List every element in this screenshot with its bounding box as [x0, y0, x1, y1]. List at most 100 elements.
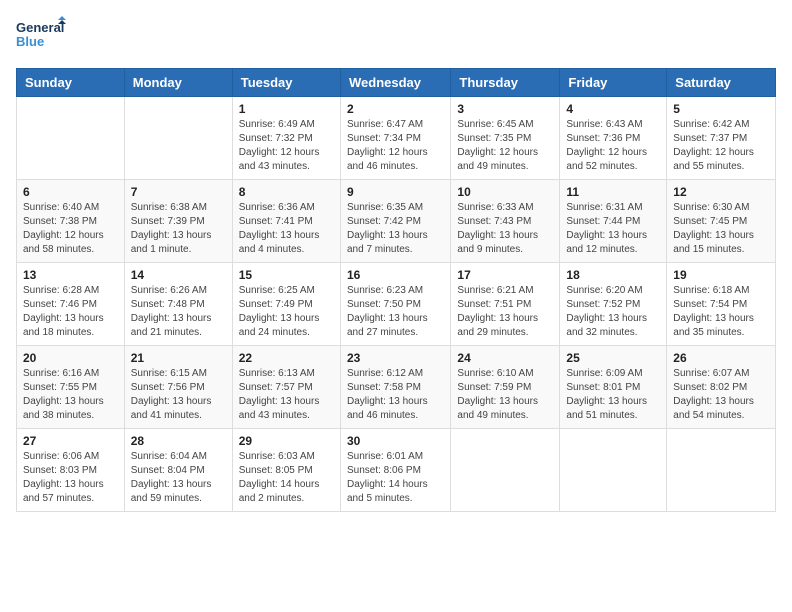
calendar-cell [667, 429, 776, 512]
day-info: Sunrise: 6:45 AM Sunset: 7:35 PM Dayligh… [457, 118, 553, 174]
day-number: 30 [347, 434, 444, 448]
calendar-cell [560, 429, 667, 512]
day-number: 26 [673, 351, 769, 365]
day-info: Sunrise: 6:30 AM Sunset: 7:45 PM Dayligh… [673, 201, 769, 257]
calendar-cell: 17 Sunrise: 6:21 AM Sunset: 7:51 PM Dayli… [451, 263, 560, 346]
calendar-table: SundayMondayTuesdayWednesdayThursdayFrid… [16, 68, 776, 512]
calendar-cell: 21Sunrise: 6:15 AM Sunset: 7:56 PM Dayli… [124, 346, 232, 429]
day-header-sunday: Sunday [17, 69, 125, 97]
calendar-cell: 4 Sunrise: 6:43 AM Sunset: 7:36 PM Daylig… [560, 97, 667, 180]
calendar-cell: 1 Sunrise: 6:49 AM Sunset: 7:32 PM Daylig… [232, 97, 340, 180]
svg-text:General: General [16, 20, 64, 35]
day-info: Sunrise: 6:25 AM Sunset: 7:49 PM Dayligh… [239, 284, 334, 340]
day-number: 22 [239, 351, 334, 365]
calendar-cell: 14Sunrise: 6:26 AM Sunset: 7:48 PM Dayli… [124, 263, 232, 346]
day-number: 19 [673, 268, 769, 282]
calendar-week-4: 20Sunrise: 6:16 AM Sunset: 7:55 PM Dayli… [17, 346, 776, 429]
calendar-cell: 19Sunrise: 6:18 AM Sunset: 7:54 PM Dayli… [667, 263, 776, 346]
day-info: Sunrise: 6:20 AM Sunset: 7:52 PM Dayligh… [566, 284, 660, 340]
calendar-week-1: 1 Sunrise: 6:49 AM Sunset: 7:32 PM Daylig… [17, 97, 776, 180]
day-number: 14 [131, 268, 226, 282]
day-info: Sunrise: 6:15 AM Sunset: 7:56 PM Dayligh… [131, 367, 226, 423]
day-number: 25 [566, 351, 660, 365]
calendar-cell: 24Sunrise: 6:10 AM Sunset: 7:59 PM Dayli… [451, 346, 560, 429]
day-number: 5 [673, 102, 769, 116]
day-number: 12 [673, 185, 769, 199]
day-info: Sunrise: 6:28 AM Sunset: 7:46 PM Dayligh… [23, 284, 118, 340]
day-info: Sunrise: 6:31 AM Sunset: 7:44 PM Dayligh… [566, 201, 660, 257]
calendar-cell: 28 Sunrise: 6:04 AM Sunset: 8:04 PM Dayli… [124, 429, 232, 512]
calendar-week-3: 13 Sunrise: 6:28 AM Sunset: 7:46 PM Dayli… [17, 263, 776, 346]
calendar-cell: 18 Sunrise: 6:20 AM Sunset: 7:52 PM Dayli… [560, 263, 667, 346]
day-header-monday: Monday [124, 69, 232, 97]
calendar-cell: 29 Sunrise: 6:03 AM Sunset: 8:05 PM Dayli… [232, 429, 340, 512]
day-info: Sunrise: 6:12 AM Sunset: 7:58 PM Dayligh… [347, 367, 444, 423]
calendar-cell: 9Sunrise: 6:35 AM Sunset: 7:42 PM Daylig… [340, 180, 450, 263]
calendar-cell: 7Sunrise: 6:38 AM Sunset: 7:39 PM Daylig… [124, 180, 232, 263]
day-info: Sunrise: 6:36 AM Sunset: 7:41 PM Dayligh… [239, 201, 334, 257]
day-header-thursday: Thursday [451, 69, 560, 97]
day-number: 18 [566, 268, 660, 282]
day-number: 8 [239, 185, 334, 199]
calendar-cell: 10 Sunrise: 6:33 AM Sunset: 7:43 PM Dayli… [451, 180, 560, 263]
calendar-cell [17, 97, 125, 180]
day-info: Sunrise: 6:13 AM Sunset: 7:57 PM Dayligh… [239, 367, 334, 423]
day-info: Sunrise: 6:40 AM Sunset: 7:38 PM Dayligh… [23, 201, 118, 257]
calendar-cell: 3 Sunrise: 6:45 AM Sunset: 7:35 PM Daylig… [451, 97, 560, 180]
calendar-cell: 8 Sunrise: 6:36 AM Sunset: 7:41 PM Daylig… [232, 180, 340, 263]
day-info: Sunrise: 6:21 AM Sunset: 7:51 PM Dayligh… [457, 284, 553, 340]
calendar-week-5: 27Sunrise: 6:06 AM Sunset: 8:03 PM Dayli… [17, 429, 776, 512]
calendar-cell [451, 429, 560, 512]
day-number: 10 [457, 185, 553, 199]
calendar-cell: 15 Sunrise: 6:25 AM Sunset: 7:49 PM Dayli… [232, 263, 340, 346]
day-number: 24 [457, 351, 553, 365]
calendar-cell: 25Sunrise: 6:09 AM Sunset: 8:01 PM Dayli… [560, 346, 667, 429]
day-number: 3 [457, 102, 553, 116]
day-number: 11 [566, 185, 660, 199]
day-number: 9 [347, 185, 444, 199]
day-number: 13 [23, 268, 118, 282]
day-number: 6 [23, 185, 118, 199]
calendar-cell: 16Sunrise: 6:23 AM Sunset: 7:50 PM Dayli… [340, 263, 450, 346]
day-info: Sunrise: 6:23 AM Sunset: 7:50 PM Dayligh… [347, 284, 444, 340]
calendar-cell: 6 Sunrise: 6:40 AM Sunset: 7:38 PM Daylig… [17, 180, 125, 263]
calendar-cell [124, 97, 232, 180]
calendar-cell: 12 Sunrise: 6:30 AM Sunset: 7:45 PM Dayli… [667, 180, 776, 263]
logo-svg: General Blue [16, 16, 66, 56]
day-number: 1 [239, 102, 334, 116]
day-info: Sunrise: 6:06 AM Sunset: 8:03 PM Dayligh… [23, 450, 118, 506]
day-info: Sunrise: 6:49 AM Sunset: 7:32 PM Dayligh… [239, 118, 334, 174]
calendar-cell: 2 Sunrise: 6:47 AM Sunset: 7:34 PM Daylig… [340, 97, 450, 180]
day-info: Sunrise: 6:43 AM Sunset: 7:36 PM Dayligh… [566, 118, 660, 174]
day-number: 29 [239, 434, 334, 448]
day-header-wednesday: Wednesday [340, 69, 450, 97]
day-header-saturday: Saturday [667, 69, 776, 97]
day-info: Sunrise: 6:33 AM Sunset: 7:43 PM Dayligh… [457, 201, 553, 257]
calendar-cell: 11 Sunrise: 6:31 AM Sunset: 7:44 PM Dayli… [560, 180, 667, 263]
calendar-cell: 5 Sunrise: 6:42 AM Sunset: 7:37 PM Daylig… [667, 97, 776, 180]
day-number: 28 [131, 434, 226, 448]
day-info: Sunrise: 6:47 AM Sunset: 7:34 PM Dayligh… [347, 118, 444, 174]
day-info: Sunrise: 6:03 AM Sunset: 8:05 PM Dayligh… [239, 450, 334, 506]
calendar-cell: 30 Sunrise: 6:01 AM Sunset: 8:06 PM Dayli… [340, 429, 450, 512]
calendar-header-row: SundayMondayTuesdayWednesdayThursdayFrid… [17, 69, 776, 97]
calendar-cell: 22 Sunrise: 6:13 AM Sunset: 7:57 PM Dayli… [232, 346, 340, 429]
day-number: 4 [566, 102, 660, 116]
svg-text:Blue: Blue [16, 34, 44, 49]
calendar-cell: 13 Sunrise: 6:28 AM Sunset: 7:46 PM Dayli… [17, 263, 125, 346]
day-number: 7 [131, 185, 226, 199]
calendar-cell: 23 Sunrise: 6:12 AM Sunset: 7:58 PM Dayli… [340, 346, 450, 429]
logo: General Blue [16, 16, 66, 56]
day-number: 2 [347, 102, 444, 116]
day-number: 23 [347, 351, 444, 365]
day-number: 15 [239, 268, 334, 282]
day-info: Sunrise: 6:01 AM Sunset: 8:06 PM Dayligh… [347, 450, 444, 506]
calendar-cell: 20Sunrise: 6:16 AM Sunset: 7:55 PM Dayli… [17, 346, 125, 429]
day-info: Sunrise: 6:07 AM Sunset: 8:02 PM Dayligh… [673, 367, 769, 423]
day-number: 17 [457, 268, 553, 282]
calendar-cell: 26 Sunrise: 6:07 AM Sunset: 8:02 PM Dayli… [667, 346, 776, 429]
day-header-friday: Friday [560, 69, 667, 97]
day-info: Sunrise: 6:04 AM Sunset: 8:04 PM Dayligh… [131, 450, 226, 506]
calendar-cell: 27Sunrise: 6:06 AM Sunset: 8:03 PM Dayli… [17, 429, 125, 512]
day-info: Sunrise: 6:42 AM Sunset: 7:37 PM Dayligh… [673, 118, 769, 174]
